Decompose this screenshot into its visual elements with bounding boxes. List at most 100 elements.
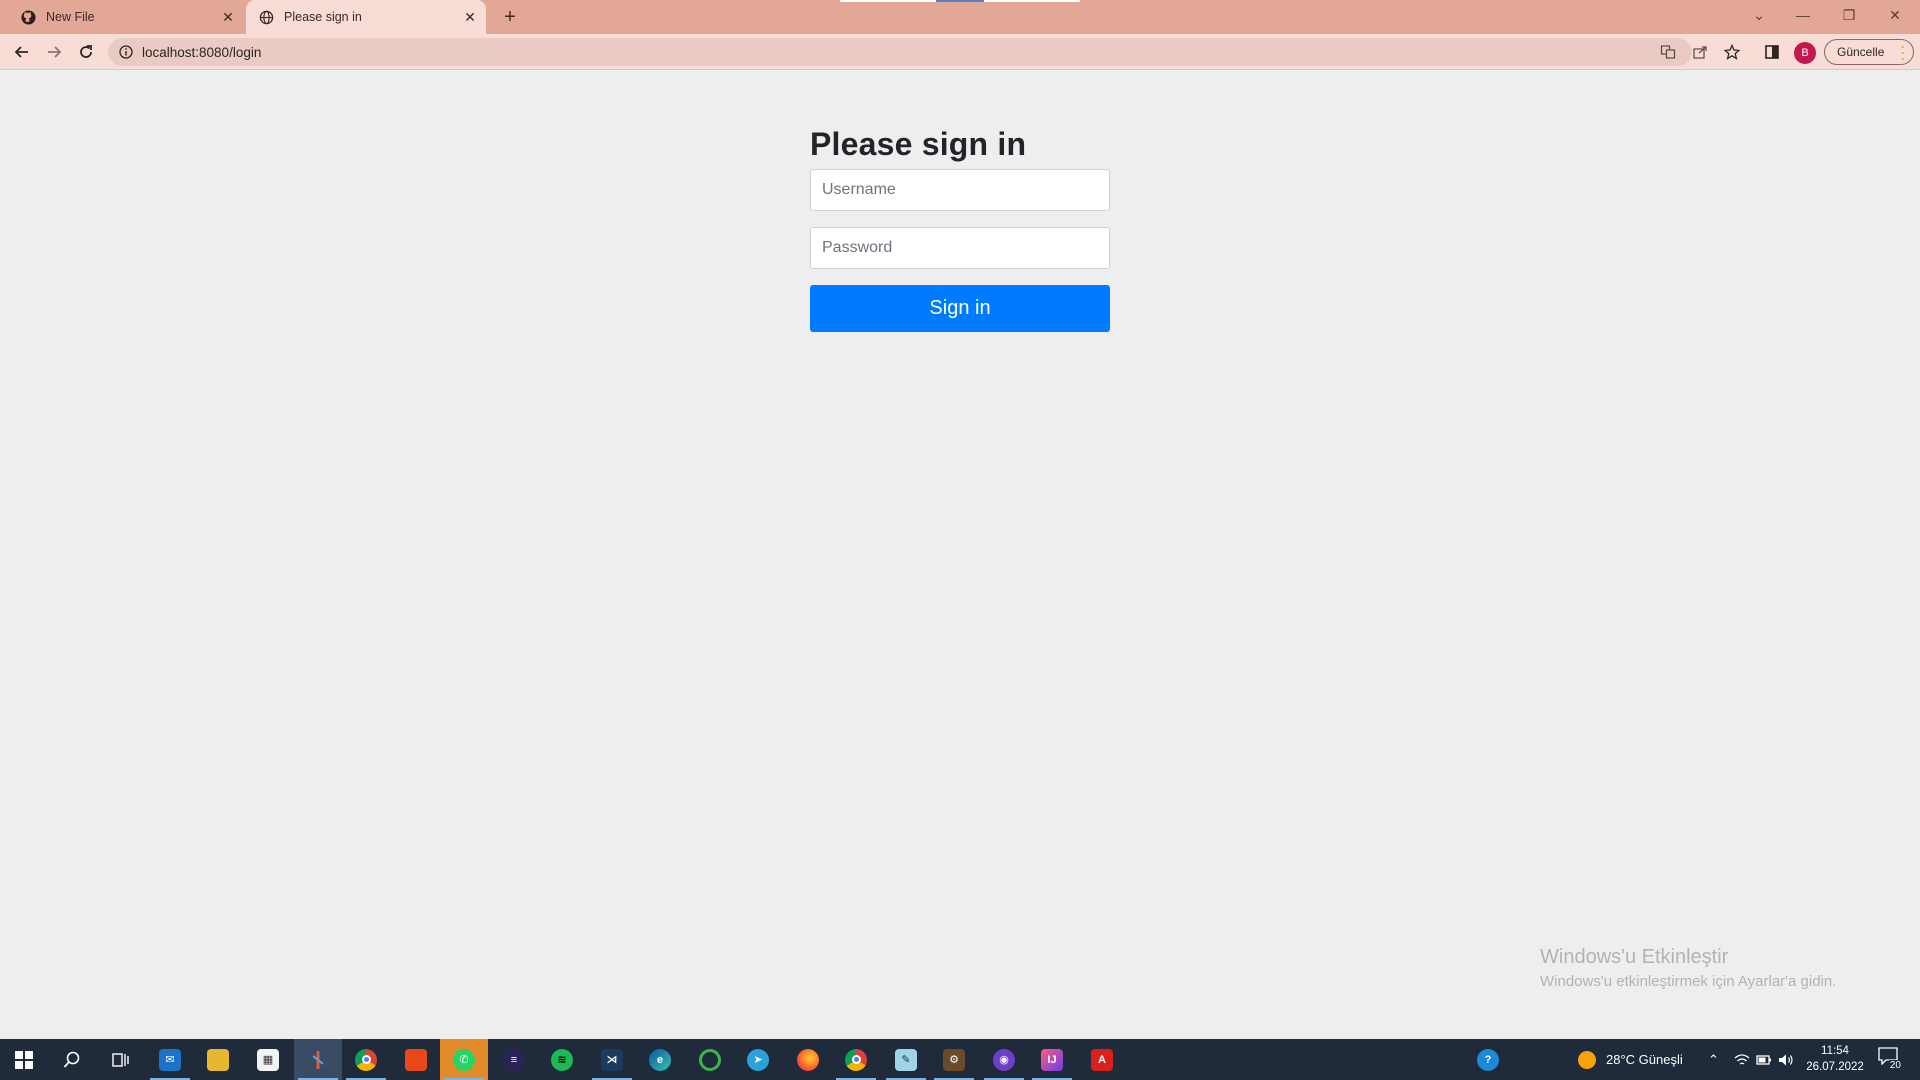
side-panel-icon[interactable]	[1758, 38, 1786, 66]
chrome-icon	[845, 1048, 867, 1071]
tab-new-file[interactable]: New File ✕	[8, 0, 244, 34]
notification-center[interactable]: 20	[1876, 1047, 1902, 1071]
info-icon[interactable]	[118, 44, 134, 60]
mail-app[interactable]: ✉	[146, 1039, 194, 1080]
start-button[interactable]	[0, 1039, 48, 1080]
firefox-app[interactable]	[784, 1039, 832, 1080]
watermark-title: Windows'u Etkinleştir	[1540, 946, 1729, 968]
new-tab-button[interactable]: +	[498, 5, 522, 29]
restore-button[interactable]: ❐	[1826, 0, 1872, 30]
whatsapp-icon: ✆	[453, 1048, 475, 1071]
close-icon[interactable]: ✕	[218, 7, 238, 27]
profile-avatar[interactable]: B	[1794, 42, 1816, 64]
password-input[interactable]	[810, 227, 1110, 269]
weather-widget[interactable]: 28°C Güneşli	[1578, 1039, 1683, 1080]
office-app[interactable]	[392, 1039, 440, 1080]
search-icon	[63, 1051, 80, 1068]
network-icon[interactable]	[1734, 1039, 1750, 1080]
notepad-icon: ✎	[895, 1048, 917, 1071]
watermark-subtitle: Windows'u etkinleştirmek için Ayarlar'a …	[1540, 973, 1837, 990]
office-icon	[405, 1048, 427, 1071]
globe-icon	[258, 9, 274, 25]
update-label: Güncelle	[1837, 45, 1885, 59]
back-button[interactable]	[8, 38, 36, 66]
page-content: Please sign in Sign in Windows'u Etkinle…	[0, 71, 1920, 1039]
window-drag-accent	[840, 0, 936, 2]
github-desktop-app[interactable]: ◉	[980, 1039, 1028, 1080]
folder-icon	[207, 1048, 229, 1071]
chrome-app[interactable]	[342, 1039, 390, 1080]
telegram-app[interactable]: ➤	[734, 1039, 782, 1080]
chrome-profile-app[interactable]	[832, 1039, 880, 1080]
whatsapp-app[interactable]: ✆	[440, 1039, 488, 1080]
tab-strip: New File ✕ Please sign in ✕ + ⌄ — ❐ ✕	[0, 0, 1920, 34]
translate-icon[interactable]	[1654, 38, 1682, 66]
github-icon: ◉	[993, 1048, 1015, 1071]
browser-toolbar: localhost:8080/login B Güncelle · · ·	[0, 34, 1920, 70]
tab-title: Please sign in	[284, 10, 362, 24]
help-icon: ?	[1477, 1048, 1499, 1071]
forward-button[interactable]	[40, 38, 68, 66]
reload-button[interactable]	[72, 38, 100, 66]
system-clock[interactable]: 11:54 26.07.2022	[1800, 1043, 1870, 1075]
refresh-ring-icon	[699, 1048, 721, 1071]
vscode-app[interactable]: ⋊	[588, 1039, 636, 1080]
minimize-button[interactable]: —	[1780, 0, 1826, 30]
tab-search-icon[interactable]: ⌄	[1736, 0, 1782, 30]
tab-title: New File	[46, 10, 95, 24]
sun-icon	[1578, 1050, 1596, 1069]
code-icon: ⋊	[601, 1048, 623, 1071]
window-drag-accent-right	[984, 0, 1080, 2]
notepad-app[interactable]: ✎	[882, 1039, 930, 1080]
green-ring-app[interactable]	[686, 1039, 734, 1080]
show-hidden-icons[interactable]: ⌃	[1708, 1039, 1719, 1080]
menu-dots-icon: · · ·	[1901, 40, 1905, 66]
address-bar[interactable]: localhost:8080/login	[108, 38, 1692, 66]
username-input[interactable]	[810, 169, 1110, 211]
window-drag-accent-highlight	[936, 0, 984, 2]
firefox-icon	[797, 1048, 819, 1071]
game-icon: ⚙	[943, 1048, 965, 1071]
chrome-icon	[355, 1048, 377, 1071]
store-icon: ▦	[257, 1048, 279, 1071]
task-view-icon	[112, 1052, 129, 1067]
close-icon[interactable]: ✕	[460, 7, 480, 27]
update-button[interactable]: Güncelle · · ·	[1824, 39, 1914, 65]
arrow-left-icon	[14, 46, 28, 58]
spotify-app[interactable]: ≋	[538, 1039, 586, 1080]
file-explorer-app[interactable]	[194, 1039, 242, 1080]
app-icon	[307, 1048, 329, 1071]
chevron-up-icon: ⌃	[1708, 1051, 1719, 1067]
tab-please-sign-in[interactable]: Please sign in ✕	[246, 0, 486, 34]
sign-in-button[interactable]: Sign in	[810, 285, 1110, 332]
eclipse-app[interactable]: ≡	[490, 1039, 538, 1080]
acrobat-app[interactable]: A	[1078, 1039, 1126, 1080]
bookmark-star-icon[interactable]	[1718, 38, 1746, 66]
task-view-button[interactable]	[96, 1039, 144, 1080]
clock-time: 11:54	[1821, 1045, 1849, 1057]
volume-icon[interactable]	[1778, 1039, 1794, 1080]
github-icon	[20, 9, 36, 25]
page-title: Please sign in	[810, 126, 1027, 162]
store-app[interactable]: ▦	[244, 1039, 292, 1080]
mail-icon: ✉	[159, 1048, 181, 1071]
search-button[interactable]	[48, 1039, 96, 1080]
share-icon[interactable]	[1686, 38, 1714, 66]
edge-icon: e	[649, 1048, 671, 1071]
edge-app[interactable]: e	[636, 1039, 684, 1080]
game-app[interactable]: ⚙	[930, 1039, 978, 1080]
close-window-button[interactable]: ✕	[1872, 0, 1918, 30]
signin-form: Please sign in Sign in	[810, 126, 1110, 332]
intellij-app[interactable]: IJ	[1028, 1039, 1076, 1080]
reload-icon	[80, 45, 92, 58]
weather-text: 28°C Güneşli	[1606, 1052, 1683, 1067]
eclipse-icon: ≡	[503, 1048, 525, 1071]
battery-icon[interactable]	[1756, 1039, 1772, 1080]
telegram-icon: ➤	[747, 1048, 769, 1071]
active-app[interactable]	[294, 1039, 342, 1080]
intellij-icon: IJ	[1041, 1048, 1063, 1071]
acrobat-icon: A	[1091, 1048, 1113, 1071]
windows-activation-watermark: Windows'u Etkinleştir Windows'u etkinleş…	[1540, 946, 1836, 990]
help-button[interactable]: ?	[1464, 1039, 1512, 1080]
taskbar: ✉ ▦ ✆ ≡ ≋ ⋊ e ➤ ✎ ⚙ ◉ IJ A ? 28°C Güneşl…	[0, 1039, 1920, 1080]
